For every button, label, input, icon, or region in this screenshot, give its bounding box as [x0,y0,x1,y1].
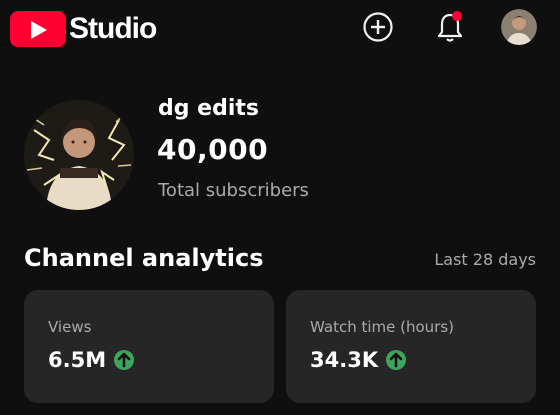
watch-time-value-row: 34.3K [310,348,407,372]
watch-time-card[interactable]: Watch time (hours) 34.3K [286,290,536,403]
notifications-bell-icon [437,11,463,42]
channel-analytics-title: Channel analytics [24,244,264,272]
channel-avatar[interactable] [24,100,134,210]
views-value-row: 6.5M [48,348,135,372]
account-avatar[interactable] [501,9,537,45]
channel-summary: dg edits 40,000 Total subscribers [24,96,544,210]
trend-up-icon [386,350,407,370]
youtube-studio-logo[interactable]: Studio [10,11,157,47]
views-label: Views [48,318,92,336]
subscriber-count: 40,000 [157,133,269,166]
views-card[interactable]: Views 6.5M [24,290,274,403]
analytics-period: Last 28 days [434,250,536,269]
notification-dot-icon [452,11,462,21]
notifications-button[interactable] [434,9,466,45]
create-button[interactable] [362,11,394,43]
channel-name: dg edits [158,96,259,121]
views-value: 6.5M [48,348,107,372]
subscriber-count-label: Total subscribers [158,180,309,201]
top-app-bar: Studio [0,0,560,56]
create-plus-icon [363,12,393,42]
logo-text: Studio [69,12,157,45]
youtube-play-icon [10,11,66,47]
watch-time-value: 34.3K [310,348,379,372]
trend-up-icon [114,350,135,370]
watch-time-label: Watch time (hours) [310,318,455,336]
